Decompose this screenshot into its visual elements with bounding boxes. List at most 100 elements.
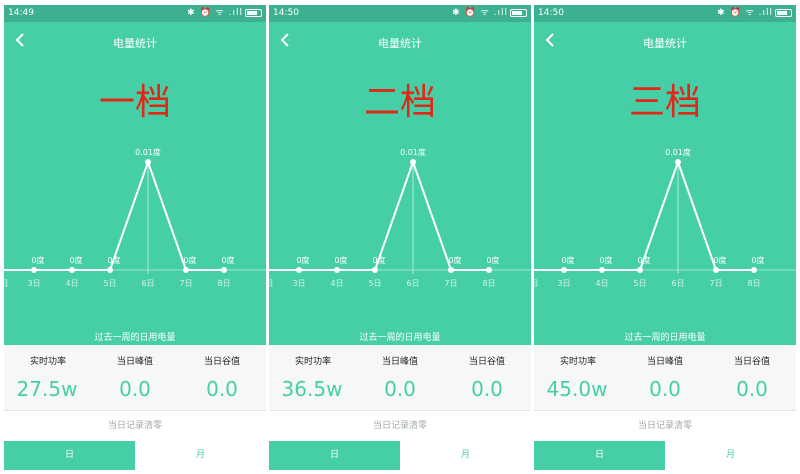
peak-value: 0.0 xyxy=(119,377,151,401)
data-label: 0.01度 xyxy=(665,147,691,157)
tab-day[interactable]: 日 xyxy=(269,441,400,470)
status-icons: ✱ ⏰ ᯤ .ıll xyxy=(187,5,262,22)
data-point xyxy=(31,267,37,273)
reset-button[interactable]: 当日记录清零 xyxy=(4,410,266,442)
tab-month[interactable]: 月 xyxy=(400,441,531,470)
status-bar: 14:50 ✱ ⏰ ᯤ .ıll xyxy=(534,5,796,22)
level-label: 一档 xyxy=(98,82,171,123)
peak-label: 当日峰值 xyxy=(381,357,418,367)
data-label: 0.01度 xyxy=(400,147,426,157)
data-label: 0度 xyxy=(183,255,196,265)
x-tick-label: 5日 xyxy=(633,279,646,288)
header: 电量统计 xyxy=(534,22,796,62)
period-tabs: 日 月 xyxy=(4,441,266,470)
period-tabs: 日 月 xyxy=(534,441,796,470)
chart-svg: 2日 0度 3日 0度 4日 0度 5日 0.01度 6日 0度 7日 0度 8日 xyxy=(269,147,531,288)
x-tick-label: 8日 xyxy=(747,279,760,288)
x-tick-label: 8日 xyxy=(482,279,495,288)
x-tick-label: 3日 xyxy=(292,279,305,288)
stats-section: 实时功率 当日峰值 当日谷值 36.5w 0.0 0.0 当日记录清零 日 月 xyxy=(269,345,531,470)
data-label: 0度 xyxy=(561,255,574,265)
x-tick-label: 4日 xyxy=(65,279,78,288)
page-title: 电量统计 xyxy=(643,37,687,50)
x-tick-label: 5日 xyxy=(103,279,116,288)
x-tick-label: 7日 xyxy=(179,279,192,288)
data-label: 0度 xyxy=(713,255,726,265)
stats-section: 实时功率 当日峰值 当日谷值 45.0w 0.0 0.0 当日记录清零 日 月 xyxy=(534,345,796,470)
valley-value: 0.0 xyxy=(736,377,768,401)
data-point xyxy=(334,267,340,273)
data-point xyxy=(145,159,151,165)
status-bar: 14:50 ✱ ⏰ ᯤ .ıll xyxy=(269,5,531,22)
data-point xyxy=(69,267,75,273)
header: 电量统计 xyxy=(4,22,266,62)
tab-month[interactable]: 月 xyxy=(135,441,266,470)
page-title: 电量统计 xyxy=(113,37,157,50)
battery-icon xyxy=(245,8,262,17)
status-time: 14:49 xyxy=(8,8,34,18)
tab-month[interactable]: 月 xyxy=(665,441,796,470)
data-label: 0度 xyxy=(334,255,347,265)
peak-label: 当日峰值 xyxy=(116,357,153,367)
valley-label: 当日谷值 xyxy=(733,357,770,367)
x-tick-label: 6日 xyxy=(406,279,419,288)
x-tick-label: 4日 xyxy=(595,279,608,288)
chart-svg: 2日 0度 3日 0度 4日 0度 5日 0.01度 6日 0度 7日 0度 8日 xyxy=(4,147,266,288)
status-icon-glyphs: ✱ ⏰ ᯤ .ıll xyxy=(452,8,508,18)
data-point xyxy=(221,267,227,273)
chart-caption: 过去一周的日用电量 xyxy=(359,333,441,343)
x-tick-label: 3日 xyxy=(27,279,40,288)
power-value: 36.5w xyxy=(281,377,343,401)
data-label: 0度 xyxy=(296,255,309,265)
x-tick-label-partial: 2日 xyxy=(534,279,539,288)
status-icons: ✱ ⏰ ᯤ .ıll xyxy=(717,5,792,22)
data-label: 0度 xyxy=(599,255,612,265)
screen-panel: 14:49 ✱ ⏰ ᯤ .ıll 电量统计 一档 2日 0度 3日 0度 4日 0度 5日 0… xyxy=(4,5,266,470)
power-label: 实时功率 xyxy=(29,357,66,367)
data-point xyxy=(448,267,454,273)
data-label: 0度 xyxy=(107,255,120,265)
chart-caption: 过去一周的日用电量 xyxy=(94,333,176,343)
chart-caption: 过去一周的日用电量 xyxy=(624,333,706,343)
power-label: 实时功率 xyxy=(294,357,331,367)
power-chart: 2日 0度 3日 0度 4日 0度 5日 0.01度 6日 0度 7日 0度 8日 xyxy=(534,145,796,305)
screen-panel: 14:50 ✱ ⏰ ᯤ .ıll 电量统计 二档 2日 0度 3日 0度 4日 0度 5日 0… xyxy=(269,5,531,470)
level-label: 二档 xyxy=(363,82,436,123)
x-tick-label-partial: 2日 xyxy=(4,279,9,288)
x-tick-label: 4日 xyxy=(330,279,343,288)
tab-day[interactable]: 日 xyxy=(4,441,135,470)
status-time: 14:50 xyxy=(538,8,564,18)
data-label: 0度 xyxy=(448,255,461,265)
data-point xyxy=(637,267,643,273)
screen-panel: 14:50 ✱ ⏰ ᯤ .ıll 电量统计 三档 2日 0度 3日 0度 4日 0度 5日 0… xyxy=(534,5,796,470)
power-chart: 2日 0度 3日 0度 4日 0度 5日 0.01度 6日 0度 7日 0度 8日 xyxy=(269,145,531,305)
power-value: 45.0w xyxy=(546,377,608,401)
battery-icon xyxy=(510,8,527,17)
header: 电量统计 xyxy=(269,22,531,62)
reset-button[interactable]: 当日记录清零 xyxy=(534,410,796,442)
x-tick-label-partial: 2日 xyxy=(269,279,274,288)
data-label: 0度 xyxy=(751,255,764,265)
tab-day[interactable]: 日 xyxy=(534,441,665,470)
power-label: 实时功率 xyxy=(559,357,596,367)
data-point xyxy=(183,267,189,273)
data-point xyxy=(372,267,378,273)
level-label: 三档 xyxy=(628,82,701,123)
power-chart: 2日 0度 3日 0度 4日 0度 5日 0.01度 6日 0度 7日 0度 8日 xyxy=(4,145,266,305)
status-icons: ✱ ⏰ ᯤ .ıll xyxy=(452,5,527,22)
data-label: 0.01度 xyxy=(135,147,161,157)
period-tabs: 日 月 xyxy=(269,441,531,470)
data-point xyxy=(561,267,567,273)
peak-value: 0.0 xyxy=(649,377,681,401)
x-tick-label: 5日 xyxy=(368,279,381,288)
reset-button[interactable]: 当日记录清零 xyxy=(269,410,531,442)
data-point xyxy=(107,267,113,273)
valley-label: 当日谷值 xyxy=(468,357,505,367)
x-tick-label: 6日 xyxy=(671,279,684,288)
data-point xyxy=(599,267,605,273)
data-label: 0度 xyxy=(486,255,499,265)
data-label: 0度 xyxy=(31,255,44,265)
status-time: 14:50 xyxy=(273,8,299,18)
power-value: 27.5w xyxy=(16,377,78,401)
peak-value: 0.0 xyxy=(384,377,416,401)
